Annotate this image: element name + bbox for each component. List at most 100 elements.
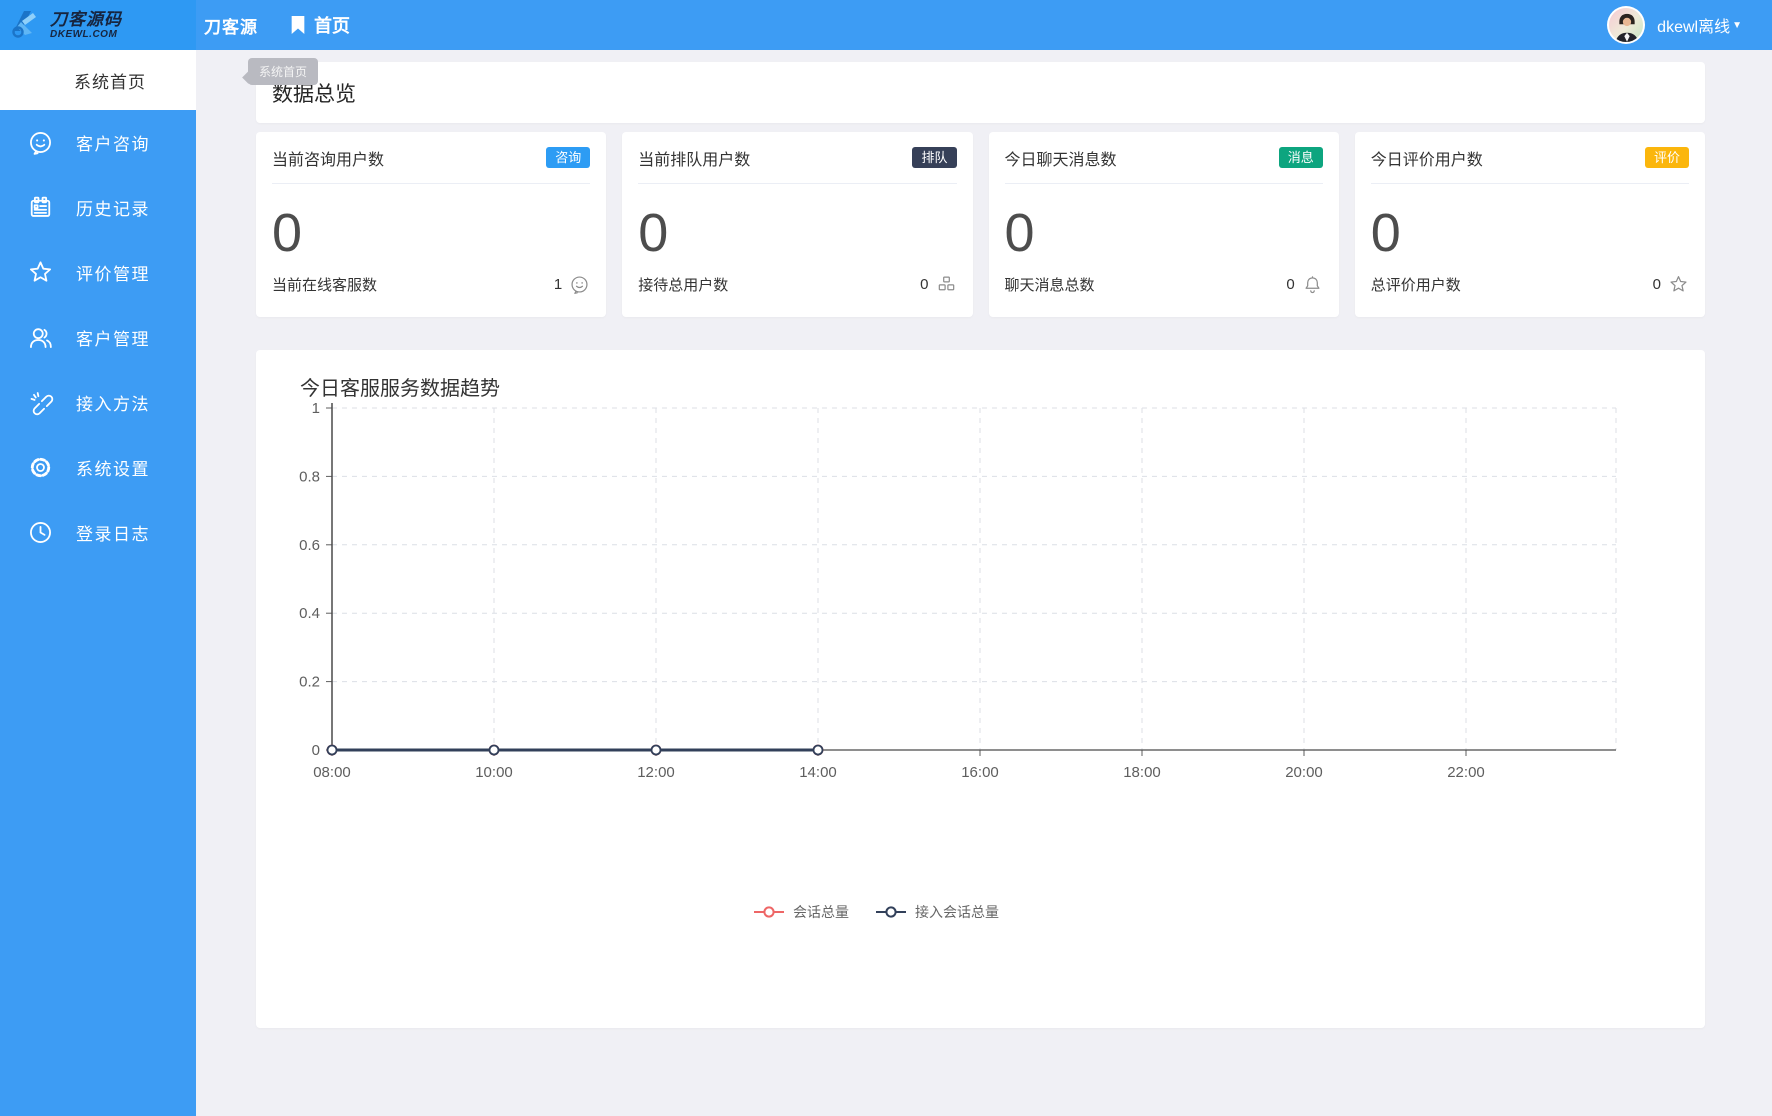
- overview-header: 数据总览: [256, 62, 1705, 123]
- trend-chart: 0 0.2 0.4 0.6 0.8 1 08:00 10:00 12:00 14:00 16:00 1…: [299, 400, 1617, 781]
- sidebar-item-login-logs[interactable]: 登录日志: [0, 500, 196, 565]
- logo[interactable]: 刀客源码 DKEWL.COM: [0, 0, 196, 50]
- svg-text:10:00: 10:00: [475, 764, 513, 781]
- brand-side-text: 刀客源: [204, 17, 258, 37]
- stat-sub-value-group: 0: [1286, 274, 1322, 295]
- status-badge: 消息: [1278, 147, 1323, 168]
- legend-marker-icon: [876, 906, 906, 918]
- sidebar-item-review-management[interactable]: 评价管理: [0, 240, 196, 305]
- svg-text:22:00: 22:00: [1447, 764, 1485, 781]
- svg-text:0: 0: [312, 742, 320, 759]
- sidebar-item-label: 客户咨询: [76, 135, 150, 154]
- stat-cards: 当前咨询用户数 咨询 0 当前在线客服数 1 当前排队用户数 排队 0 接待总用户数 0 今日聊天消…: [256, 132, 1705, 317]
- user-menu[interactable]: dkewl离线 ▼: [1607, 6, 1772, 44]
- history-icon: [27, 194, 54, 221]
- stat-sub-value-group: 1: [554, 274, 590, 295]
- stat-card-value: 0: [272, 203, 303, 263]
- stat-sub-value: 0: [1652, 276, 1661, 293]
- users-icon: [27, 324, 54, 351]
- sidebar-item-label: 系统设置: [76, 460, 150, 479]
- stat-card-title: 今日评价用户数: [1370, 151, 1483, 169]
- svg-text:14:00: 14:00: [799, 764, 837, 781]
- svg-text:16:00: 16:00: [961, 764, 999, 781]
- chevron-down-icon: ▼: [1732, 19, 1742, 31]
- smiley-icon: [569, 274, 590, 295]
- users-grid-icon: [936, 274, 957, 295]
- stat-card-footer: 接待总用户数 0: [638, 274, 956, 295]
- sidebar-item-label: 历史记录: [76, 200, 150, 219]
- topbar: 刀客源码 DKEWL.COM 刀客源 首页 dkewl离线 ▼: [0, 0, 1772, 50]
- stat-card-header: 今日评价用户数 评价: [1370, 132, 1689, 184]
- sidebar-item-history-records[interactable]: 历史记录: [0, 175, 196, 240]
- sidebar-item-label: 客户管理: [76, 330, 150, 349]
- smiley-icon: [27, 129, 54, 156]
- stat-sub-label: 聊天消息总数: [1004, 277, 1095, 294]
- stat-sub-value-group: 0: [920, 274, 956, 295]
- stat-card-header: 当前排队用户数 排队: [638, 132, 957, 184]
- legend-label: 接入会话总量: [915, 904, 999, 920]
- legend-marker-icon: [754, 906, 784, 918]
- stat-card-header: 今日聊天消息数 消息: [1004, 132, 1323, 184]
- stat-card: 今日评价用户数 评价 0 总评价用户数 0: [1354, 132, 1705, 317]
- stat-card-title: 今日聊天消息数: [1004, 151, 1117, 169]
- sidebar-item-customer-consult[interactable]: 客户咨询: [0, 110, 196, 175]
- username-text: dkewl离线: [1657, 19, 1731, 36]
- svg-text:20:00: 20:00: [1285, 764, 1323, 781]
- stat-card: 今日聊天消息数 消息 0 聊天消息总数 0: [988, 132, 1339, 317]
- stat-card-title: 当前咨询用户数: [272, 151, 385, 169]
- tab-tooltip: 系统首页: [242, 58, 319, 85]
- status-badge: 评价: [1644, 147, 1689, 168]
- sidebar-item-label: 登录日志: [76, 525, 150, 544]
- legend-item[interactable]: 会话总量: [753, 902, 849, 922]
- stat-sub-value-group: 0: [1653, 274, 1689, 295]
- svg-text:18:00: 18:00: [1123, 764, 1161, 781]
- stat-sub-value: 1: [553, 276, 563, 293]
- stat-sub-label: 总评价用户数: [1370, 277, 1461, 294]
- clock-icon: [27, 519, 54, 546]
- status-badge: 咨询: [546, 147, 591, 168]
- sidebar-item-customer-management[interactable]: 客户管理: [0, 305, 196, 370]
- svg-text:0.6: 0.6: [299, 537, 320, 554]
- stat-sub-label: 接待总用户数: [638, 277, 729, 294]
- avatar[interactable]: [1607, 6, 1646, 44]
- gear-icon: [27, 454, 54, 481]
- agent-avatar-icon: [1609, 8, 1644, 42]
- stat-card-title: 当前排队用户数: [638, 151, 751, 169]
- brand-name: 刀客源码: [50, 9, 122, 29]
- stat-card-footer: 当前在线客服数 1: [272, 274, 590, 295]
- legend-label: 会话总量: [793, 904, 849, 920]
- sidebar-item-access-methods[interactable]: 接入方法: [0, 370, 196, 435]
- stat-card-footer: 总评价用户数 0: [1371, 274, 1689, 295]
- sidebar-item-label: 评价管理: [76, 265, 150, 284]
- svg-text:0.4: 0.4: [299, 605, 320, 622]
- stat-card: 当前排队用户数 排队 0 接待总用户数 0: [622, 132, 973, 317]
- username[interactable]: dkewl离线 ▼: [1657, 13, 1742, 37]
- stat-sub-value: 0: [1286, 276, 1295, 293]
- brand-domain: DKEWL.COM: [50, 28, 118, 40]
- sidebar-item-system-settings[interactable]: 系统设置: [0, 435, 196, 500]
- svg-text:0.8: 0.8: [299, 468, 320, 485]
- svg-text:08:00: 08:00: [313, 764, 351, 781]
- sidebar-items: 客户咨询历史记录评价管理客户管理接入方法系统设置登录日志: [0, 110, 196, 565]
- stat-sub-label: 当前在线客服数: [272, 277, 378, 294]
- main-content: 数据总览 当前咨询用户数 咨询 0 当前在线客服数 1 当前排队用户数 排队 0 接待总用户数 0…: [196, 50, 1772, 1116]
- connect-icon: [27, 389, 54, 416]
- trend-chart-card: 今日客服服务数据趋势 0 0.2 0.4 0.6 0.8 1 08:00 10:00 12:00…: [256, 350, 1705, 1028]
- svg-text:0.2: 0.2: [299, 674, 320, 691]
- stat-card-footer: 聊天消息总数 0: [1005, 274, 1323, 295]
- tab-home[interactable]: 首页: [280, 0, 360, 50]
- stat-card-value: 0: [638, 203, 669, 263]
- tab-home-label: 首页: [314, 16, 350, 36]
- sidebar-item-system-home[interactable]: 系统首页: [0, 50, 196, 110]
- stat-card: 当前咨询用户数 咨询 0 当前在线客服数 1: [256, 132, 607, 317]
- stat-card-value: 0: [1004, 203, 1035, 263]
- stat-sub-value: 0: [920, 276, 929, 293]
- star-icon: [27, 259, 54, 286]
- legend-item[interactable]: 接入会话总量: [875, 902, 999, 922]
- svg-text:1: 1: [312, 400, 320, 417]
- svg-text:12:00: 12:00: [637, 764, 675, 781]
- status-badge: 排队: [912, 147, 957, 168]
- chart-legend: 会话总量 接入会话总量: [256, 902, 1496, 922]
- sidebar: 系统首页 客户咨询历史记录评价管理客户管理接入方法系统设置登录日志: [0, 50, 196, 1116]
- brand-k-icon: [12, 11, 36, 38]
